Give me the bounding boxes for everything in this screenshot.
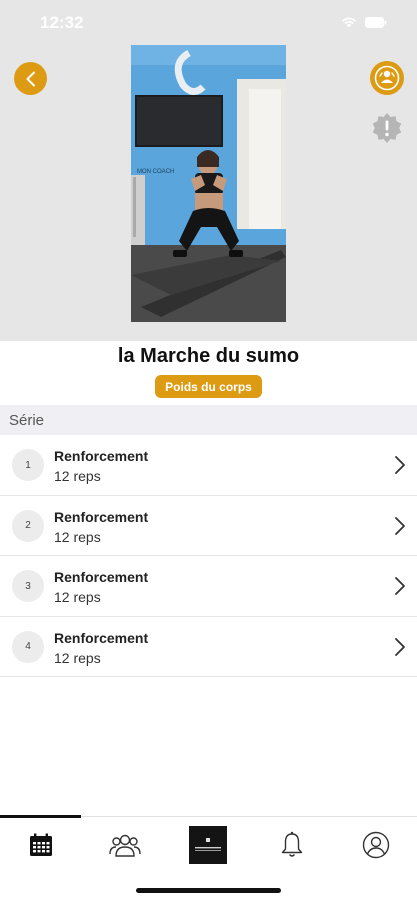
series-reps: 12 reps bbox=[54, 528, 101, 545]
coach-button[interactable] bbox=[370, 61, 404, 95]
status-icons bbox=[341, 16, 387, 28]
equipment-badge: Poids du corps bbox=[155, 375, 262, 398]
series-row[interactable]: 1 Renforcement 12 reps bbox=[0, 435, 417, 496]
hero-area: 12:32 MON COACH bbox=[0, 0, 417, 341]
status-time: 12:32 bbox=[40, 13, 84, 32]
tab-community[interactable] bbox=[97, 827, 153, 863]
tab-calendar[interactable] bbox=[13, 827, 69, 863]
calendar-icon bbox=[30, 833, 52, 856]
series-number: 4 bbox=[12, 630, 44, 663]
active-tab-indicator bbox=[0, 815, 81, 818]
svg-text:MON COACH: MON COACH bbox=[137, 169, 174, 175]
warning-badge-icon bbox=[372, 113, 402, 143]
chevron-left-icon bbox=[26, 71, 35, 86]
series-title: Renforcement bbox=[54, 569, 149, 585]
series-title: Renforcement bbox=[54, 629, 149, 646]
chevron-right-icon bbox=[395, 637, 405, 656]
battery-icon bbox=[365, 16, 387, 28]
exercise-video[interactable]: MON COACH bbox=[131, 45, 286, 322]
series-section-header: Série bbox=[0, 405, 417, 435]
wifi-icon bbox=[342, 17, 356, 28]
exercise-title: la Marche du sumo bbox=[117, 345, 300, 367]
group-icon bbox=[109, 834, 141, 857]
series-title: Renforcement bbox=[54, 448, 149, 464]
tab-app-home[interactable] bbox=[180, 826, 236, 864]
chevron-right-icon bbox=[395, 456, 405, 474]
exercise-detail-screen: 12:32 MON COACH la Marche du sumo Poids … bbox=[0, 0, 417, 900]
exercise-video-frame: MON COACH bbox=[131, 45, 286, 322]
series-title: Renforcement bbox=[54, 508, 149, 525]
series-reps: 12 reps bbox=[54, 589, 101, 605]
series-section-label: Série bbox=[9, 412, 45, 429]
series-reps: 12 reps bbox=[54, 468, 101, 484]
series-row[interactable]: 3 Renforcement 12 reps bbox=[0, 556, 417, 617]
tab-notifications[interactable] bbox=[264, 827, 320, 863]
series-row[interactable]: 2 Renforcement 12 reps bbox=[0, 495, 417, 556]
profile-icon bbox=[362, 831, 390, 859]
series-number: 1 bbox=[12, 449, 44, 481]
chevron-right-icon bbox=[395, 577, 405, 595]
series-number: 2 bbox=[12, 509, 44, 542]
tab-profile[interactable] bbox=[348, 827, 404, 863]
series-number: 3 bbox=[12, 570, 44, 602]
chevron-right-icon bbox=[395, 516, 405, 535]
app-logo-icon bbox=[189, 826, 227, 864]
alert-button[interactable] bbox=[370, 111, 404, 145]
home-indicator bbox=[136, 888, 281, 893]
back-button[interactable] bbox=[14, 62, 47, 95]
status-bar: 12:32 bbox=[0, 0, 417, 44]
exercise-header: la Marche du sumo Poids du corps bbox=[0, 341, 417, 405]
coach-emblem-icon bbox=[374, 65, 400, 91]
series-list: 1 Renforcement 12 reps 2 Renforcement 12… bbox=[0, 435, 417, 677]
bell-icon bbox=[281, 831, 303, 857]
series-reps: 12 reps bbox=[54, 649, 101, 666]
series-row[interactable]: 4 Renforcement 12 reps bbox=[0, 616, 417, 677]
